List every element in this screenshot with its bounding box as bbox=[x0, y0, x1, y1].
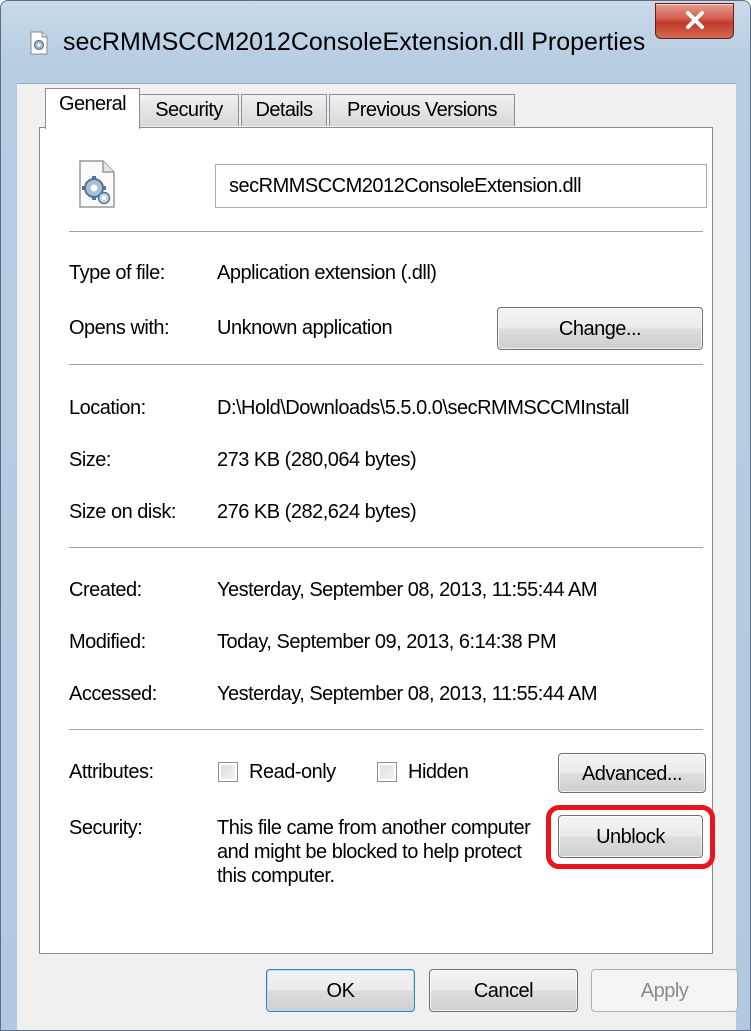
separator bbox=[69, 364, 703, 365]
opens-with-value: Unknown application bbox=[217, 317, 393, 339]
tab-label: Security bbox=[155, 99, 223, 121]
tab-label: Previous Versions bbox=[347, 99, 497, 121]
close-icon bbox=[684, 10, 706, 33]
created-value: Yesterday, September 08, 2013, 11:55:44 … bbox=[217, 579, 598, 601]
size-on-disk-label: Size on disk: bbox=[69, 501, 176, 523]
security-warning-text: This file came from another computer and… bbox=[217, 817, 531, 887]
tab-label: Details bbox=[255, 99, 314, 121]
opens-with-label: Opens with: bbox=[69, 317, 170, 339]
tab-label: General bbox=[59, 93, 127, 115]
size-on-disk-value: 276 KB (282,624 bytes) bbox=[217, 501, 417, 523]
accessed-label: Accessed: bbox=[69, 683, 157, 705]
title-bar[interactable]: secRMMSCCM2012ConsoleExtension.dll Prope… bbox=[1, 1, 750, 83]
window-title: secRMMSCCM2012ConsoleExtension.dll Prope… bbox=[63, 28, 646, 56]
advanced-button[interactable]: Advanced... bbox=[558, 753, 706, 793]
close-button[interactable] bbox=[655, 3, 734, 39]
attributes-label: Attributes: bbox=[69, 761, 154, 783]
cancel-button[interactable]: Cancel bbox=[429, 969, 578, 1012]
apply-button[interactable]: Apply bbox=[591, 969, 738, 1012]
separator bbox=[69, 547, 703, 548]
created-label: Created: bbox=[69, 579, 142, 601]
hidden-checkbox[interactable] bbox=[377, 762, 397, 782]
separator bbox=[69, 231, 703, 232]
dll-file-gear-icon bbox=[74, 158, 118, 210]
tab-details[interactable]: Details bbox=[241, 94, 327, 126]
accessed-value: Yesterday, September 08, 2013, 11:55:44 … bbox=[217, 683, 598, 705]
location-label: Location: bbox=[69, 397, 146, 419]
dll-gear-icon bbox=[29, 31, 49, 55]
size-value: 273 KB (280,064 bytes) bbox=[217, 449, 417, 471]
modified-value: Today, September 09, 2013, 6:14:38 PM bbox=[217, 631, 557, 653]
read-only-label[interactable]: Read-only bbox=[249, 761, 336, 784]
unblock-button[interactable]: Unblock bbox=[558, 815, 703, 858]
security-label: Security: bbox=[69, 817, 143, 839]
modified-label: Modified: bbox=[69, 631, 146, 653]
size-label: Size: bbox=[69, 449, 111, 471]
file-name-input[interactable]: secRMMSCCM2012ConsoleExtension.dll bbox=[215, 164, 707, 208]
tab-general[interactable]: General bbox=[45, 88, 140, 129]
separator bbox=[69, 729, 703, 730]
type-of-file-value: Application extension (.dll) bbox=[217, 262, 437, 284]
properties-window: secRMMSCCM2012ConsoleExtension.dll Prope… bbox=[0, 0, 751, 1031]
read-only-checkbox[interactable] bbox=[218, 762, 238, 782]
tab-previous-versions[interactable]: Previous Versions bbox=[329, 94, 515, 126]
location-value: D:\Hold\Downloads\5.5.0.0\secRMMSCCMInst… bbox=[217, 397, 630, 419]
tab-security[interactable]: Security bbox=[139, 94, 239, 126]
type-of-file-label: Type of file: bbox=[69, 262, 165, 284]
change-button[interactable]: Change... bbox=[497, 307, 703, 350]
ok-button[interactable]: OK bbox=[266, 969, 415, 1012]
hidden-label[interactable]: Hidden bbox=[408, 761, 469, 784]
